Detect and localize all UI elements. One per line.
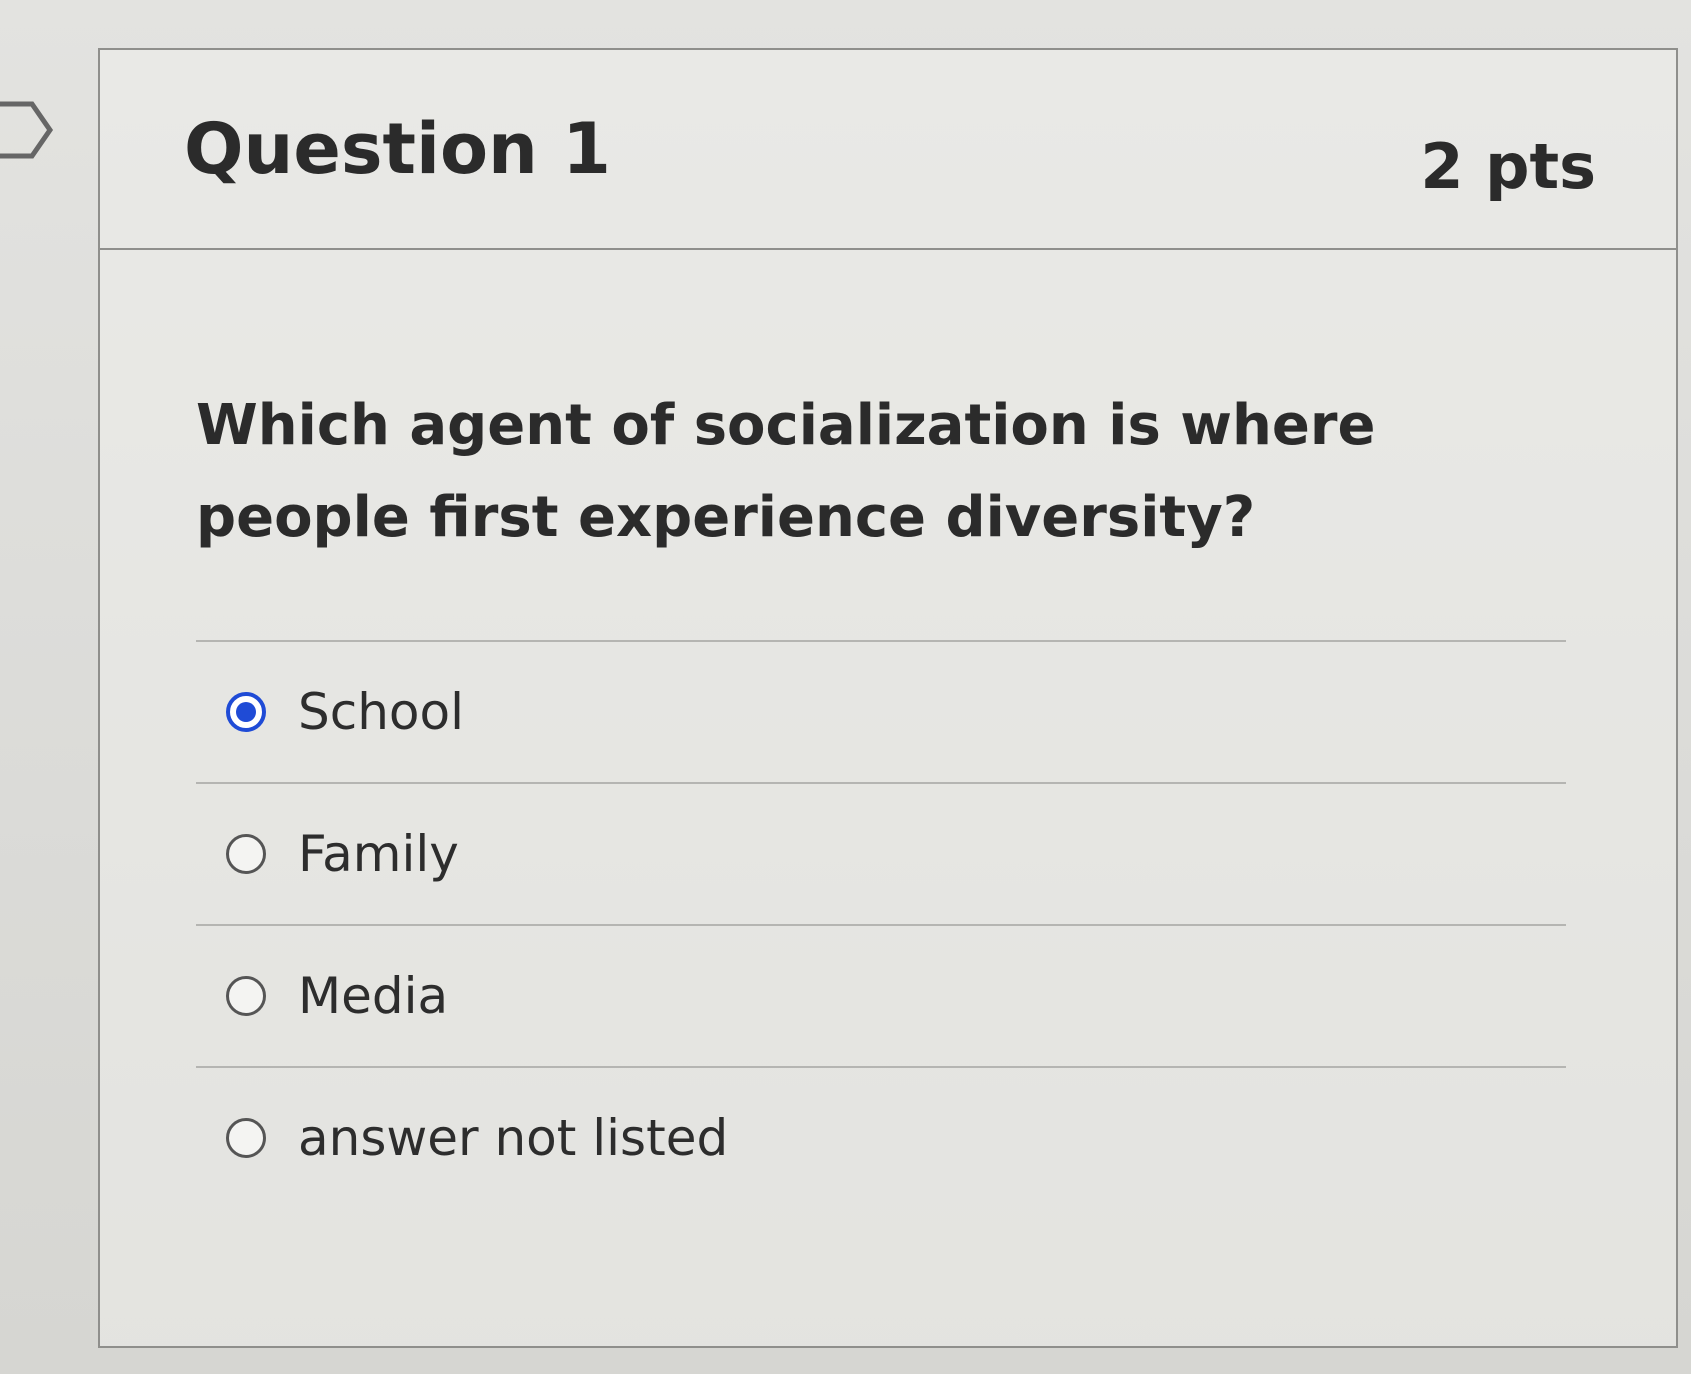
radio-selected-icon[interactable] [226,692,266,732]
answer-label: Media [298,967,449,1025]
quiz-page: Question 1 2 pts Which agent of socializ… [0,0,1691,1374]
answer-option-not-listed[interactable]: answer not listed [196,1068,1566,1208]
question-header: Question 1 2 pts [100,50,1676,250]
question-title: Question 1 [184,108,611,190]
radio-unselected-icon[interactable] [226,976,266,1016]
answer-list: School Family Media answer not listed [196,640,1566,1208]
question-points: 2 pts [1420,130,1596,203]
question-flag-icon[interactable] [0,98,60,162]
answer-option-family[interactable]: Family [196,784,1566,924]
radio-unselected-icon[interactable] [226,1118,266,1158]
question-card: Question 1 2 pts Which agent of socializ… [98,48,1678,1348]
question-text: Which agent of socialization is where pe… [196,393,1376,550]
answer-label: answer not listed [298,1109,729,1167]
radio-unselected-icon[interactable] [226,834,266,874]
answer-label: Family [298,825,459,883]
answer-label: School [298,683,464,741]
answer-option-media[interactable]: Media [196,926,1566,1066]
answer-option-school[interactable]: School [196,642,1566,782]
